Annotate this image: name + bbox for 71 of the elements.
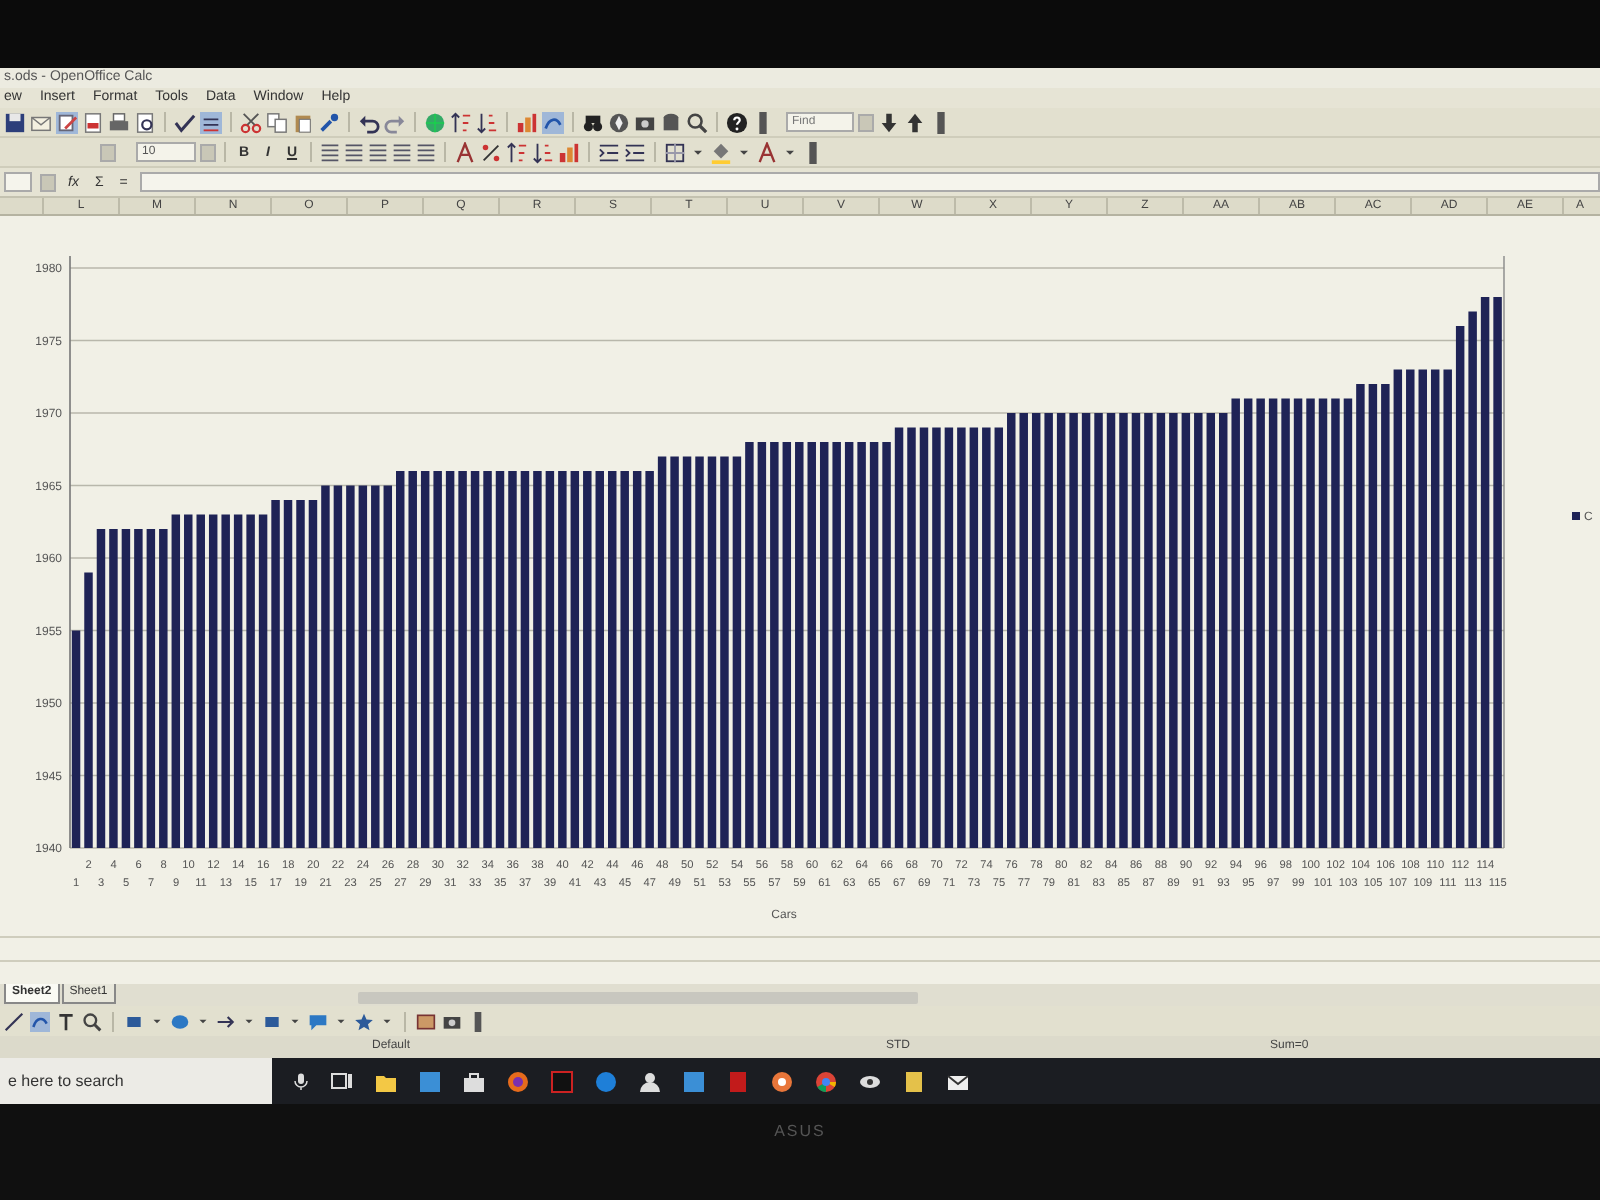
caret-icon[interactable] [334, 1014, 348, 1028]
caret-icon[interactable] [242, 1014, 256, 1028]
formula-input[interactable] [139, 172, 1600, 192]
copy-icon[interactable] [266, 111, 288, 133]
document-icon[interactable] [726, 1069, 750, 1093]
rectangle-icon[interactable] [262, 1011, 282, 1031]
caret-icon[interactable] [150, 1014, 164, 1028]
undo-icon[interactable] [358, 111, 380, 133]
ellipse-icon[interactable] [170, 1011, 190, 1031]
caret-icon[interactable] [288, 1014, 302, 1028]
spellcheck-icon[interactable] [174, 111, 196, 133]
indent-icon[interactable] [598, 141, 620, 163]
notepad-icon[interactable] [902, 1069, 926, 1093]
shopping-bag-icon[interactable] [462, 1069, 486, 1093]
app-tile-icon[interactable] [418, 1069, 442, 1093]
email-icon[interactable] [30, 111, 52, 133]
draw-icon[interactable] [542, 111, 564, 133]
font-color-icon[interactable] [756, 141, 778, 163]
paste-icon[interactable] [292, 111, 314, 133]
microphone-icon[interactable] [292, 1072, 310, 1090]
percent-icon[interactable] [480, 141, 502, 163]
pen-icon[interactable] [30, 1011, 50, 1031]
camera-icon[interactable] [442, 1011, 462, 1031]
sort-descending-icon[interactable] [532, 141, 554, 163]
caret-icon[interactable] [380, 1014, 394, 1028]
bar-chart-icon[interactable] [558, 141, 580, 163]
callout-icon[interactable] [308, 1011, 328, 1031]
image-frame-icon[interactable] [416, 1011, 436, 1031]
sort-descending-icon[interactable] [476, 111, 498, 133]
taskbar-search-field[interactable]: e here to search [0, 1058, 272, 1104]
print-icon[interactable] [108, 111, 130, 133]
align-icon[interactable] [368, 142, 388, 162]
person-icon[interactable] [638, 1069, 662, 1093]
rectangle-icon[interactable] [124, 1011, 144, 1031]
line-icon[interactable] [4, 1011, 24, 1031]
bar-chart-icon[interactable] [516, 111, 538, 133]
sort-ascending-icon[interactable] [506, 141, 528, 163]
text-icon[interactable] [56, 1011, 76, 1031]
caret-icon[interactable] [196, 1014, 210, 1028]
font-color-icon[interactable] [454, 141, 476, 163]
zoom-icon[interactable] [686, 111, 708, 133]
find-next-icon[interactable] [878, 111, 900, 133]
help-icon[interactable] [726, 111, 748, 133]
find-previous-icon[interactable] [904, 111, 926, 133]
sort-ascending-icon[interactable] [450, 111, 472, 133]
paintbrush-icon[interactable] [318, 111, 340, 133]
indent-icon[interactable] [624, 141, 646, 163]
save-icon[interactable] [4, 111, 26, 133]
binoculars-icon[interactable] [582, 111, 604, 133]
align-icon[interactable] [320, 142, 340, 162]
align-icon[interactable] [392, 142, 412, 162]
monitor-logo: ASUS [774, 1120, 826, 1144]
compass-icon[interactable] [608, 111, 630, 133]
cut-icon[interactable] [240, 111, 262, 133]
print-preview-icon[interactable] [134, 111, 156, 133]
borders-icon[interactable] [664, 141, 686, 163]
edit-file-icon[interactable] [56, 111, 78, 133]
app-tile-icon[interactable] [550, 1069, 574, 1093]
align-icon[interactable] [416, 142, 436, 162]
mail-icon[interactable] [946, 1069, 970, 1093]
app-tile-icon[interactable] [682, 1069, 706, 1093]
star-icon[interactable] [354, 1011, 374, 1031]
legend-swatch [1572, 512, 1580, 520]
task-view-icon[interactable] [330, 1069, 354, 1093]
ring-icon[interactable] [770, 1069, 794, 1093]
arrow-icon[interactable] [216, 1011, 236, 1031]
horizontal-scrollbar[interactable] [357, 992, 918, 1004]
fill-bucket-icon[interactable] [710, 141, 732, 163]
pdf-icon[interactable] [82, 111, 104, 133]
align-icon[interactable] [344, 142, 364, 162]
zoom-icon[interactable] [82, 1011, 102, 1031]
